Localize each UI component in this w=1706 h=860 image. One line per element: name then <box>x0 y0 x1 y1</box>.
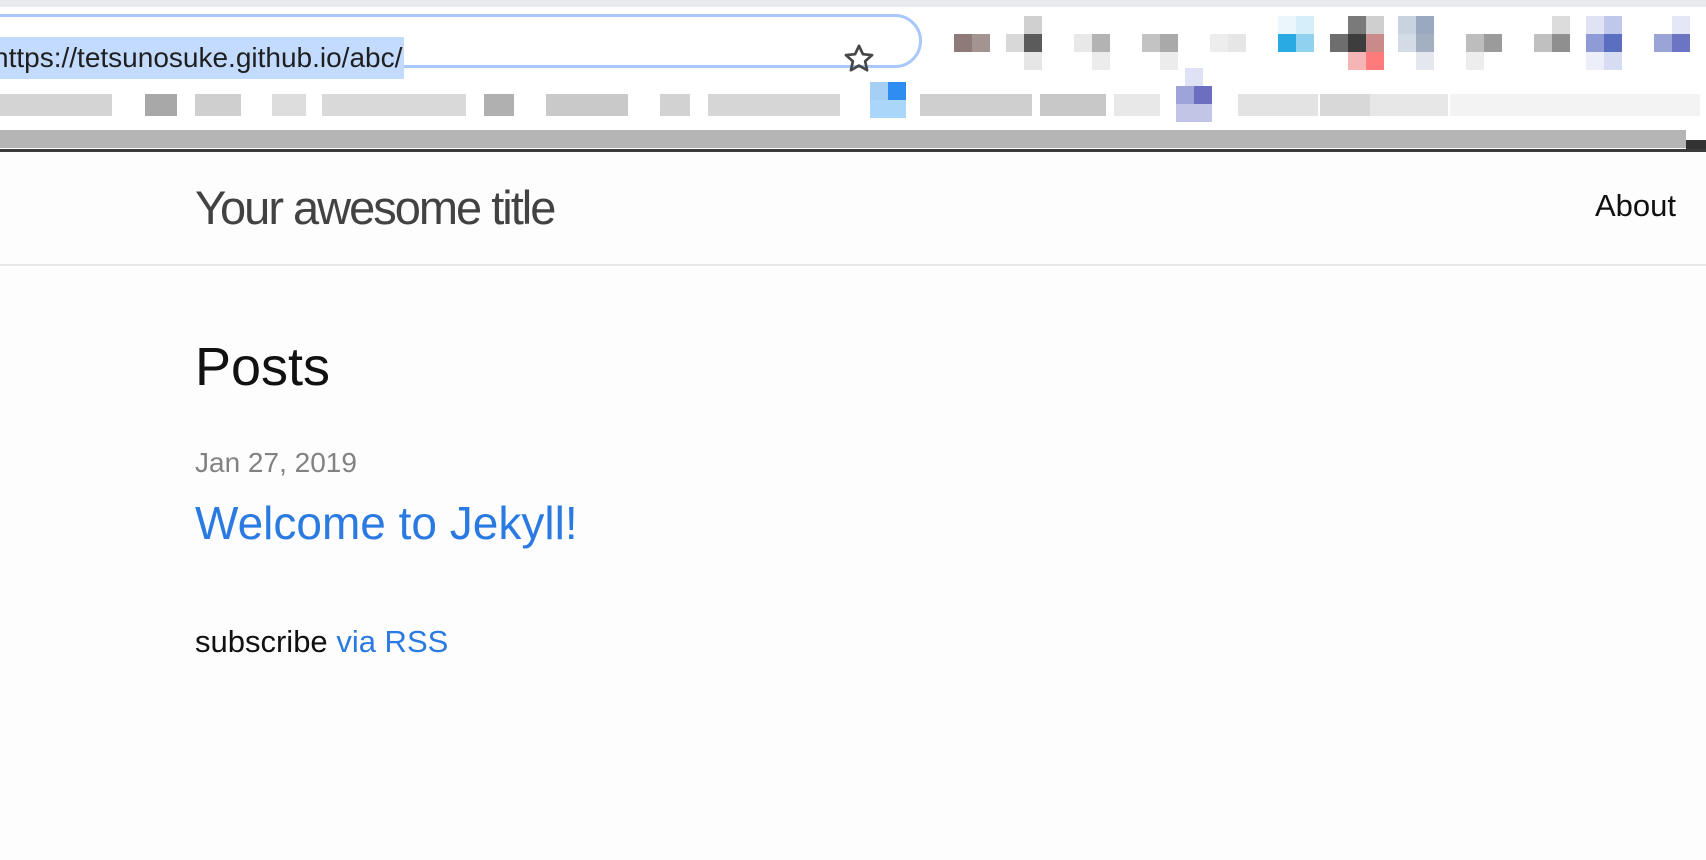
extension-icon[interactable] <box>1534 16 1570 70</box>
bookmark-item[interactable] <box>1370 94 1448 116</box>
bookmark-item[interactable] <box>1114 94 1160 116</box>
extension-icon[interactable] <box>1398 16 1434 70</box>
toolbar-scrollbar[interactable] <box>0 130 1686 148</box>
extension-icon[interactable] <box>1330 16 1384 70</box>
bookmark-item[interactable] <box>708 94 840 116</box>
address-bar[interactable]: https://tetsunosuke.github.io/abc/ <box>0 14 922 79</box>
extension-icon[interactable] <box>1466 16 1502 70</box>
bookmark-item[interactable] <box>920 94 1032 116</box>
tab-strip-edge <box>0 0 1706 7</box>
browser-toolbar: https://tetsunosuke.github.io/abc/ <box>0 0 1706 152</box>
bookmark-item[interactable] <box>272 94 306 116</box>
extension-icon[interactable] <box>1586 16 1622 70</box>
bookmark-icon[interactable] <box>1176 68 1212 122</box>
bookmarks-bar <box>0 68 1706 132</box>
extension-icon[interactable] <box>1006 16 1042 70</box>
site-title[interactable]: Your awesome title <box>195 180 556 235</box>
bookmark-item[interactable] <box>145 94 177 116</box>
extension-icon[interactable] <box>1142 16 1178 70</box>
extension-icon[interactable] <box>1278 16 1314 70</box>
rss-link[interactable]: via RSS <box>336 624 448 659</box>
extension-icon[interactable] <box>954 16 990 70</box>
extension-icon[interactable] <box>1210 16 1246 70</box>
bookmark-item[interactable] <box>1320 94 1372 116</box>
bookmark-item[interactable] <box>322 94 466 116</box>
rss-subscribe: subscribe via RSS <box>195 624 448 660</box>
url-input[interactable]: https://tetsunosuke.github.io/abc/ <box>0 37 405 79</box>
bookmark-item[interactable] <box>1040 94 1106 116</box>
star-icon[interactable] <box>841 41 877 77</box>
rss-subscribe-label: subscribe <box>195 624 328 659</box>
extension-icon[interactable] <box>1074 16 1110 70</box>
nav-link-about[interactable]: About <box>1595 188 1676 224</box>
site-header: Your awesome title About <box>0 152 1706 266</box>
bookmark-item[interactable] <box>195 94 241 116</box>
bookmark-item[interactable] <box>660 94 690 116</box>
bookmark-item[interactable] <box>1450 94 1700 116</box>
bookmark-item[interactable] <box>484 94 514 116</box>
page-heading: Posts <box>195 337 331 397</box>
bookmark-item[interactable] <box>546 94 628 116</box>
bookmark-icon[interactable] <box>870 82 906 118</box>
bookmark-item[interactable] <box>0 94 112 116</box>
bookmark-item[interactable] <box>1238 94 1318 116</box>
post-date: Jan 27, 2019 <box>195 447 357 478</box>
post-title-link[interactable]: Welcome to Jekyll! <box>195 496 578 550</box>
extension-icon[interactable] <box>1654 16 1690 70</box>
